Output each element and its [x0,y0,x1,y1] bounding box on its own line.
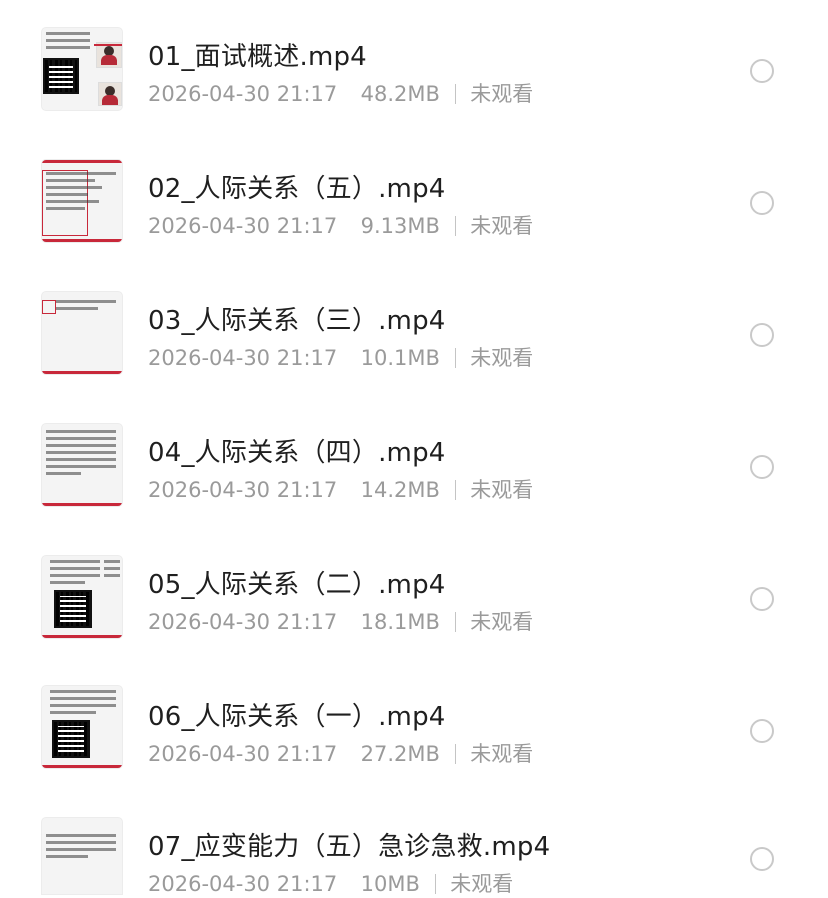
file-size: 9.13MB [360,214,440,238]
file-row[interactable]: 04_人际关系（四）.mp4 2026-04-30 21:17 14.2MB 未… [0,400,828,532]
file-row[interactable]: 03_人际关系（三）.mp4 2026-04-30 21:17 10.1MB 未… [0,268,828,400]
select-radio[interactable] [750,191,774,215]
file-size: 10MB [360,872,420,896]
file-name: 06_人际关系（一）.mp4 [148,702,446,732]
file-row[interactable]: 07_应变能力（五）急诊急救.mp4 2026-04-30 21:17 10MB… [0,796,828,896]
meta-divider [454,84,456,104]
select-radio[interactable] [750,455,774,479]
watch-status: 未观看 [470,214,534,238]
watch-status: 未观看 [470,82,534,106]
meta-divider [454,480,456,500]
watch-status: 未观看 [470,742,534,766]
file-row[interactable]: 01_面试概述.mp4 2026-04-30 21:17 48.2MB 未观看 [0,4,828,136]
file-name: 07_应变能力（五）急诊急救.mp4 [148,832,551,862]
file-date: 2026-04-30 21:17 [148,478,338,502]
file-date: 2026-04-30 21:17 [148,742,338,766]
file-date: 2026-04-30 21:17 [148,82,338,106]
file-size: 18.1MB [360,610,440,634]
video-thumbnail-slide-icon [42,160,122,242]
video-thumbnail-text-icon [42,818,122,894]
meta-divider [454,216,456,236]
select-radio[interactable] [750,847,774,871]
watch-status: 未观看 [470,610,534,634]
file-row[interactable]: 06_人际关系（一）.mp4 2026-04-30 21:17 27.2MB 未… [0,664,828,796]
select-radio[interactable] [750,719,774,743]
file-meta: 2026-04-30 21:17 14.2MB 未观看 [148,474,533,504]
select-radio[interactable] [750,323,774,347]
meta-divider [454,612,456,632]
select-radio[interactable] [750,59,774,83]
file-row[interactable]: 05_人际关系（二）.mp4 2026-04-30 21:17 18.1MB 未… [0,532,828,664]
watch-status: 未观看 [470,478,534,502]
file-size: 27.2MB [360,742,440,766]
file-name: 03_人际关系（三）.mp4 [148,306,446,336]
video-thumbnail-text-icon [42,424,122,506]
file-list: 01_面试概述.mp4 2026-04-30 21:17 48.2MB 未观看 … [0,0,828,896]
file-size: 48.2MB [360,82,440,106]
video-thumbnail-slide-icon [42,292,122,374]
watch-status: 未观看 [450,872,514,896]
video-thumbnail-qr-and-photo-icon [42,28,122,110]
file-date: 2026-04-30 21:17 [148,610,338,634]
video-thumbnail-qr-icon [42,686,122,768]
file-size: 14.2MB [360,478,440,502]
watch-status: 未观看 [470,346,534,370]
file-date: 2026-04-30 21:17 [148,346,338,370]
select-radio[interactable] [750,587,774,611]
meta-divider [454,744,456,764]
file-size: 10.1MB [360,346,440,370]
video-thumbnail-qr-icon [42,556,122,638]
meta-divider [434,874,436,894]
file-name: 04_人际关系（四）.mp4 [148,438,446,468]
file-meta: 2026-04-30 21:17 27.2MB 未观看 [148,738,533,768]
file-name: 05_人际关系（二）.mp4 [148,570,446,600]
file-date: 2026-04-30 21:17 [148,214,338,238]
file-name: 02_人际关系（五）.mp4 [148,174,446,204]
file-meta: 2026-04-30 21:17 48.2MB 未观看 [148,78,533,108]
file-name: 01_面试概述.mp4 [148,42,367,72]
file-date: 2026-04-30 21:17 [148,872,338,896]
file-meta: 2026-04-30 21:17 10.1MB 未观看 [148,342,533,372]
file-meta: 2026-04-30 21:17 18.1MB 未观看 [148,606,533,636]
file-meta: 2026-04-30 21:17 9.13MB 未观看 [148,210,533,240]
meta-divider [454,348,456,368]
file-row[interactable]: 02_人际关系（五）.mp4 2026-04-30 21:17 9.13MB 未… [0,136,828,268]
